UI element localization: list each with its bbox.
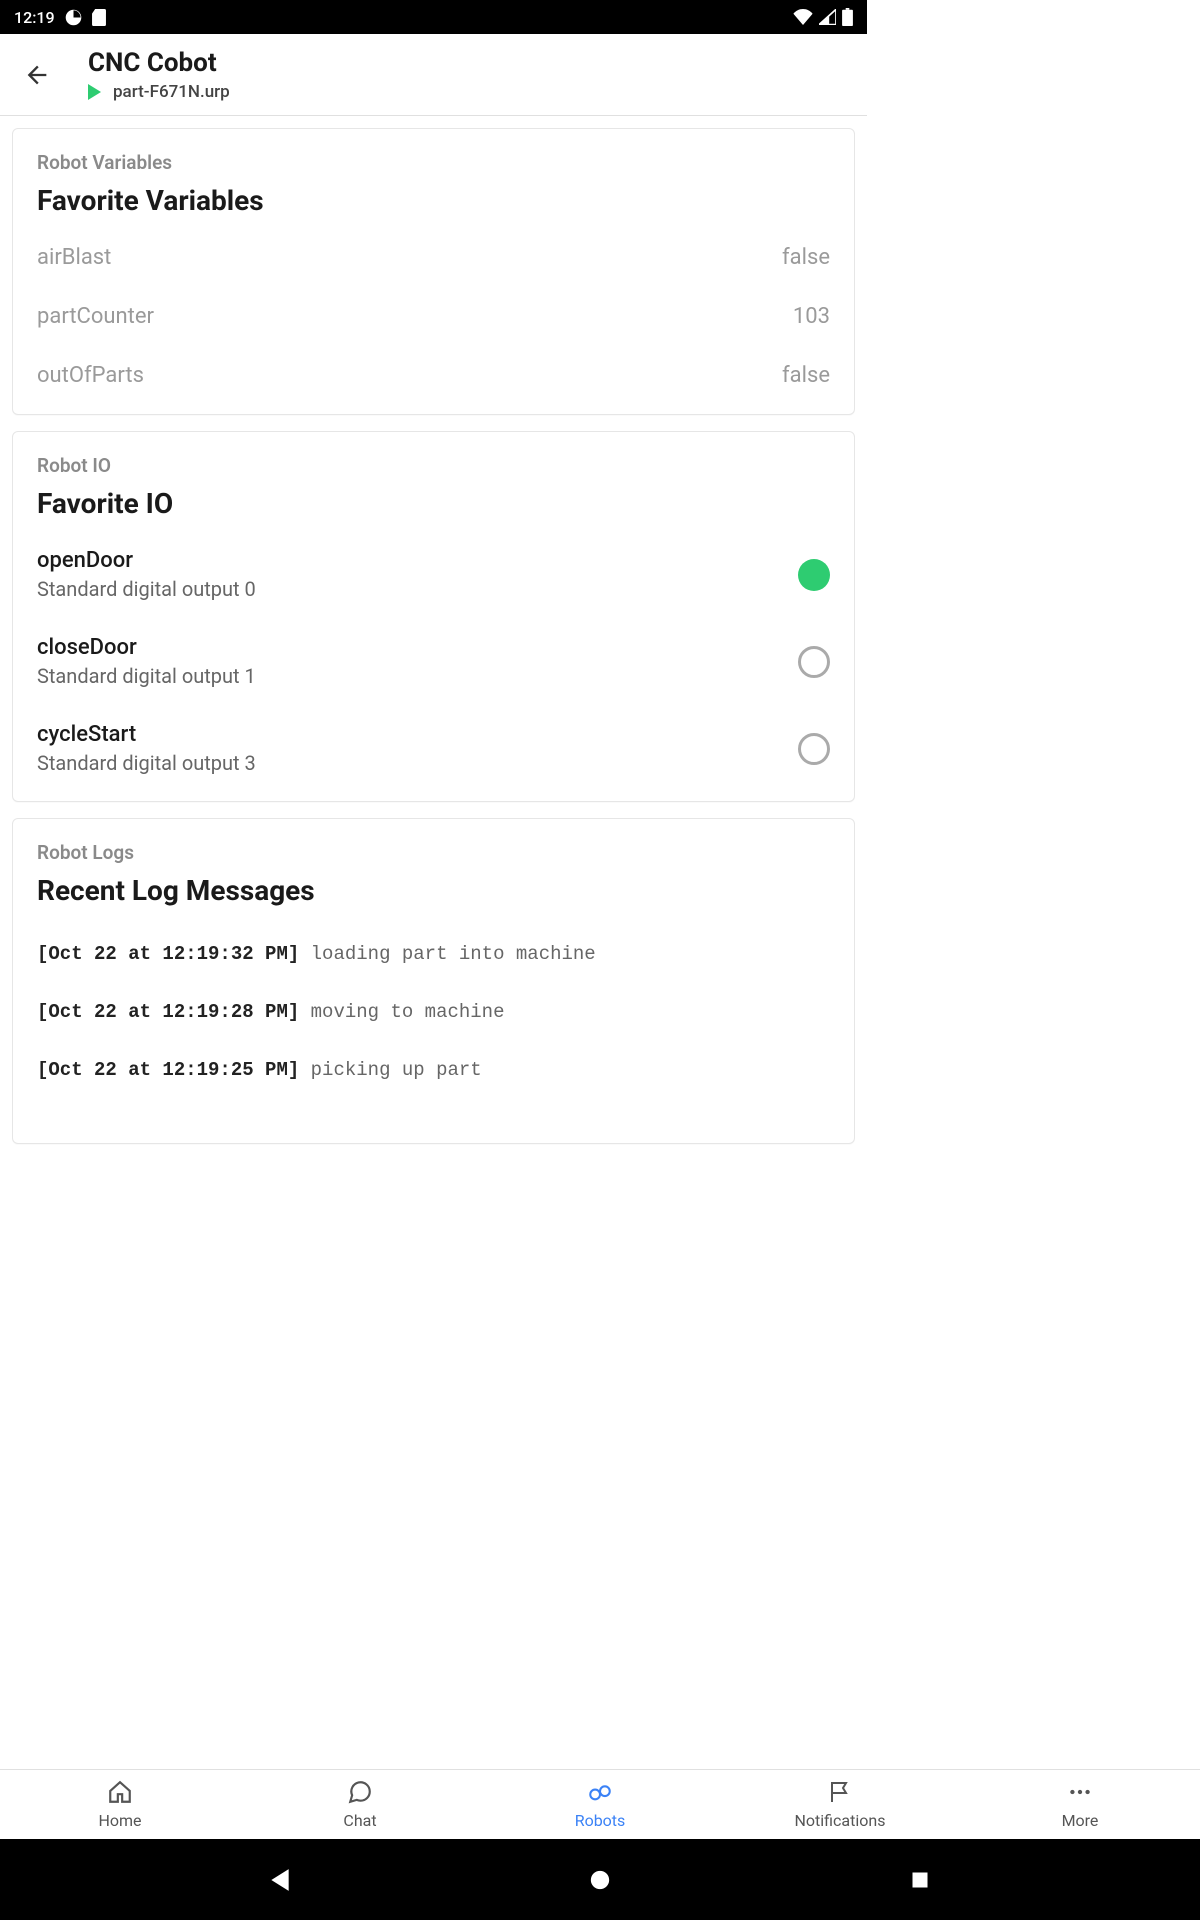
- nav-label: Robots: [575, 1811, 626, 1830]
- variable-row[interactable]: airBlast false: [37, 245, 830, 270]
- io-status-indicator-off: [798, 646, 830, 678]
- nav-more[interactable]: More: [960, 1770, 1200, 1839]
- log-message: loading part into machine: [311, 943, 596, 965]
- nav-chat[interactable]: Chat: [240, 1770, 480, 1839]
- nav-label: Notifications: [795, 1811, 886, 1830]
- io-name: openDoor: [37, 548, 256, 573]
- nav-label: Chat: [343, 1811, 376, 1830]
- variable-name: outOfParts: [37, 363, 144, 388]
- cellular-signal-icon: [819, 9, 836, 25]
- robots-icon: [587, 1779, 613, 1805]
- nav-label: Home: [98, 1811, 141, 1830]
- nav-label: More: [1062, 1811, 1099, 1830]
- io-status-indicator-on: [798, 559, 830, 591]
- logs-card: Robot Logs Recent Log Messages [Oct 22 a…: [12, 818, 855, 1144]
- log-message: picking up part: [311, 1059, 482, 1081]
- nav-home[interactable]: Home: [0, 1770, 240, 1839]
- card-eyebrow: Robot Variables: [37, 151, 830, 174]
- chat-icon: [347, 1779, 373, 1805]
- card-title: Recent Log Messages: [37, 874, 830, 907]
- io-card: Robot IO Favorite IO openDoor Standard d…: [12, 431, 855, 802]
- log-entry: [Oct 22 at 12:19:28 PM] moving to machin…: [37, 1001, 830, 1023]
- io-subtitle: Standard digital output 0: [37, 577, 256, 601]
- io-name: cycleStart: [37, 722, 256, 747]
- card-eyebrow: Robot IO: [37, 454, 830, 477]
- bottom-nav: Home Chat Robots Notifications More: [0, 1769, 1200, 1839]
- nav-robots[interactable]: Robots: [480, 1770, 720, 1839]
- io-status-indicator-off: [798, 733, 830, 765]
- sd-card-icon: [92, 9, 106, 26]
- variable-row[interactable]: outOfParts false: [37, 363, 830, 388]
- android-recent-button[interactable]: [906, 1866, 934, 1894]
- log-entry: [Oct 22 at 12:19:25 PM] picking up part: [37, 1059, 830, 1081]
- flag-icon: [827, 1779, 853, 1805]
- nav-notifications[interactable]: Notifications: [720, 1770, 960, 1839]
- program-name: part-F671N.urp: [113, 82, 230, 102]
- play-icon: [88, 84, 101, 100]
- log-timestamp: [Oct 22 at 12:19:32 PM]: [37, 943, 299, 965]
- card-title: Favorite Variables: [37, 184, 830, 217]
- variable-name: partCounter: [37, 304, 154, 329]
- variable-value: false: [782, 363, 830, 388]
- variable-name: airBlast: [37, 245, 111, 270]
- variables-card: Robot Variables Favorite Variables airBl…: [12, 128, 855, 415]
- io-subtitle: Standard digital output 1: [37, 664, 256, 688]
- card-title: Favorite IO: [37, 487, 830, 520]
- status-time: 12:19: [14, 8, 55, 27]
- io-row[interactable]: cycleStart Standard digital output 3: [37, 722, 830, 775]
- log-timestamp: [Oct 22 at 12:19:28 PM]: [37, 1001, 299, 1023]
- back-button[interactable]: [20, 58, 54, 92]
- home-icon: [107, 1779, 133, 1805]
- page-title: CNC Cobot: [88, 48, 230, 78]
- android-status-bar: 12:19: [0, 0, 867, 34]
- app-notification-icon: [65, 9, 82, 26]
- variable-value: false: [782, 245, 830, 270]
- android-back-button[interactable]: [266, 1866, 294, 1894]
- log-entry: [Oct 22 at 12:19:32 PM] loading part int…: [37, 943, 830, 965]
- variable-value: 103: [793, 304, 830, 329]
- more-icon: [1067, 1779, 1093, 1805]
- variable-row[interactable]: partCounter 103: [37, 304, 830, 329]
- android-home-button[interactable]: [586, 1866, 614, 1894]
- battery-icon: [842, 8, 853, 26]
- io-subtitle: Standard digital output 3: [37, 751, 256, 775]
- card-eyebrow: Robot Logs: [37, 841, 830, 864]
- log-message: moving to machine: [311, 1001, 505, 1023]
- wifi-icon: [793, 9, 813, 25]
- io-row[interactable]: openDoor Standard digital output 0: [37, 548, 830, 601]
- io-name: closeDoor: [37, 635, 256, 660]
- log-timestamp: [Oct 22 at 12:19:25 PM]: [37, 1059, 299, 1081]
- android-system-nav: [0, 1839, 1200, 1920]
- app-header: CNC Cobot part-F671N.urp: [0, 34, 867, 116]
- io-row[interactable]: closeDoor Standard digital output 1: [37, 635, 830, 688]
